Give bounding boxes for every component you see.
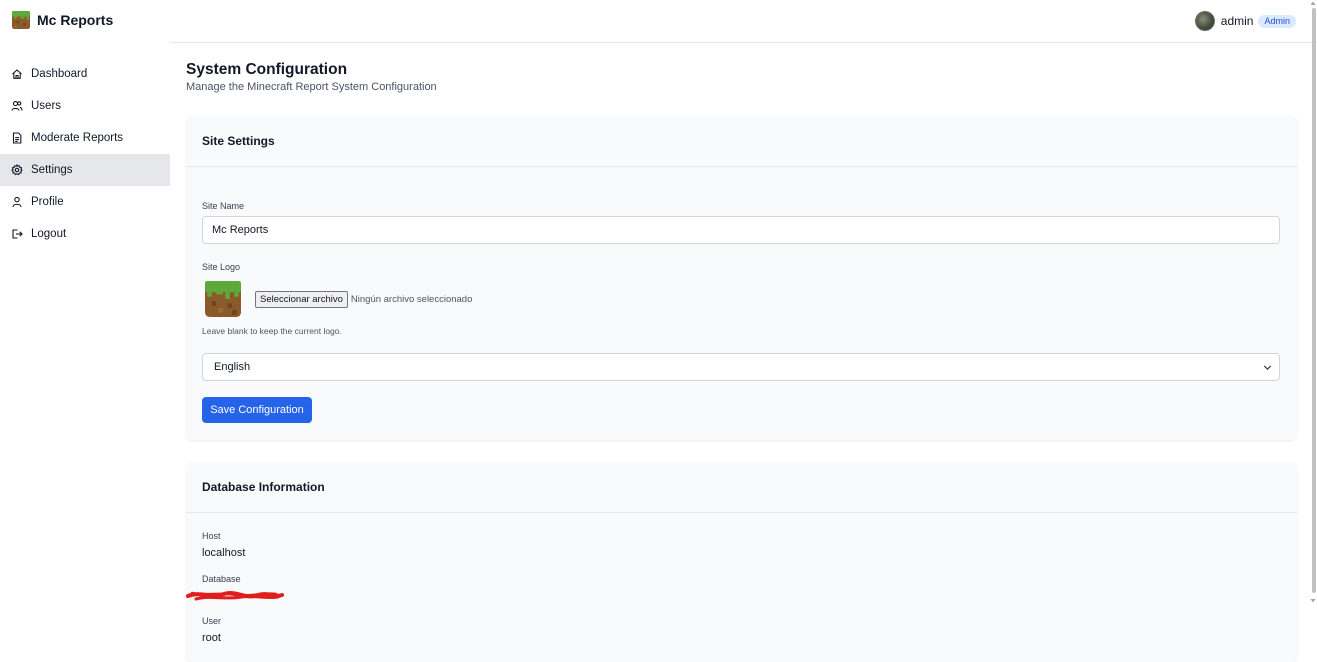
sidebar-item-label: Dashboard — [31, 68, 88, 80]
users-icon — [11, 101, 23, 111]
sidebar-item-settings[interactable]: Settings — [0, 154, 170, 186]
user-label: User — [202, 616, 222, 626]
sidebar-item-profile[interactable]: Profile — [0, 186, 170, 218]
language-select[interactable]: English — [202, 353, 1280, 381]
brand[interactable]: Mc Reports — [12, 11, 113, 29]
sidebar: Dashboard Users Moderate Reports Setting… — [0, 58, 170, 250]
site-name-label: Site Name — [202, 201, 245, 211]
chevron-down-icon — [1263, 365, 1272, 371]
sidebar-item-users[interactable]: Users — [0, 90, 170, 122]
grass-block-icon — [205, 281, 241, 317]
host-label: Host — [202, 531, 221, 541]
database-info-card: Database Information Host localhost Data… — [186, 462, 1297, 662]
file-input[interactable]: Seleccionar archivo Ningún archivo selec… — [255, 291, 472, 308]
brand-name: Mc Reports — [37, 12, 114, 28]
database-label: Database — [202, 574, 241, 584]
main-content: System Configuration Manage the Minecraf… — [186, 60, 1297, 662]
sidebar-item-logout[interactable]: Logout — [0, 218, 170, 250]
scrollbar[interactable] — [1310, 0, 1317, 648]
user-icon — [12, 196, 22, 208]
user-name: admin — [1220, 14, 1254, 28]
top-bar: Mc Reports admin Admin — [0, 0, 1317, 43]
site-logo-label: Site Logo — [202, 262, 241, 272]
site-name-input[interactable]: Mc Reports — [202, 216, 1280, 244]
save-configuration-button[interactable]: Save Configuration — [202, 397, 312, 423]
sidebar-item-label: Users — [31, 100, 62, 112]
page-title: System Configuration — [186, 61, 348, 78]
sidebar-item-label: Moderate Reports — [31, 132, 124, 144]
home-icon — [12, 69, 22, 79]
gear-icon — [11, 164, 23, 176]
sidebar-item-label: Logout — [31, 228, 67, 240]
logo-help-text: Leave blank to keep the current logo. — [202, 326, 342, 336]
scroll-down-arrow-icon[interactable] — [1310, 598, 1316, 604]
sidebar-item-moderate-reports[interactable]: Moderate Reports — [0, 122, 170, 154]
scrollbar-thumb[interactable] — [1312, 8, 1316, 593]
site-settings-card: Site Settings Site Name Mc Reports Site … — [186, 116, 1297, 440]
user-menu[interactable]: admin Admin — [1194, 10, 1296, 32]
card-title: Site Settings — [186, 116, 1297, 167]
document-icon — [12, 132, 22, 144]
redaction-scribble — [186, 591, 284, 601]
language-selected-value: English — [214, 361, 251, 373]
choose-file-button[interactable]: Seleccionar archivo — [255, 291, 348, 308]
page-subtitle: Manage the Minecraft Report System Confi… — [186, 81, 437, 93]
file-status: Ningún archivo seleccionado — [350, 294, 473, 305]
grass-block-icon — [12, 11, 30, 29]
avatar — [1194, 11, 1215, 31]
user-value: root — [202, 632, 221, 644]
card-title: Database Information — [186, 462, 1297, 513]
logout-icon — [12, 229, 23, 239]
role-badge: Admin — [1258, 14, 1296, 28]
sidebar-item-dashboard[interactable]: Dashboard — [0, 58, 170, 90]
header-divider — [170, 42, 1317, 43]
scroll-up-arrow-icon[interactable] — [1310, 0, 1316, 6]
sidebar-item-label: Settings — [31, 164, 73, 176]
host-value: localhost — [202, 547, 246, 559]
sidebar-item-label: Profile — [31, 196, 64, 208]
